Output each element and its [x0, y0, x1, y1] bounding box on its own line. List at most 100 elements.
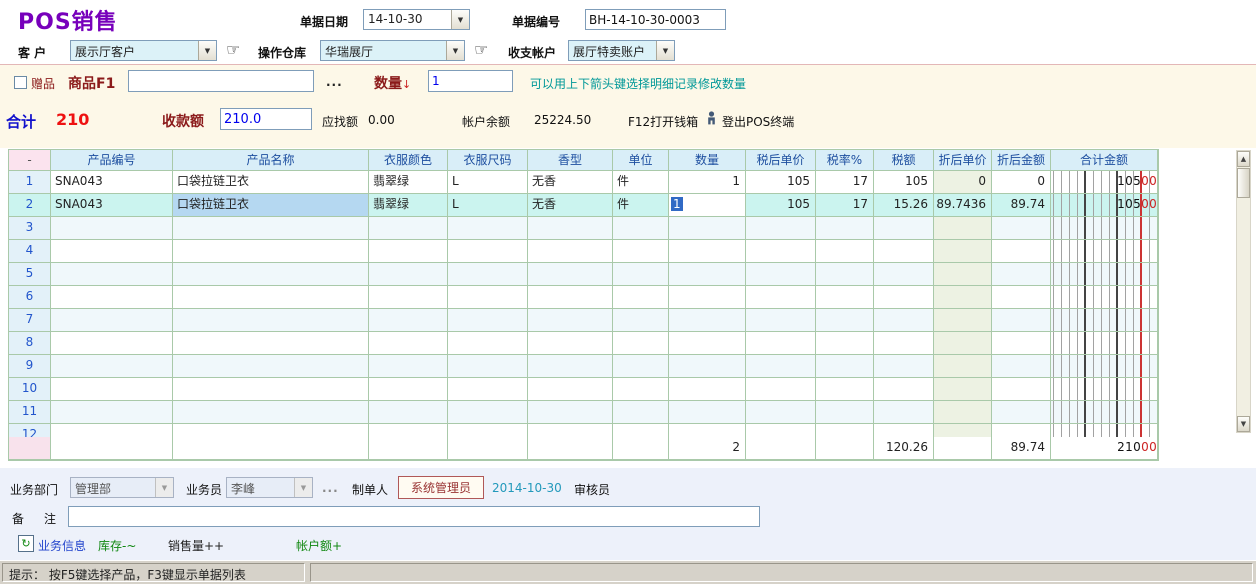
cell-disc_amount[interactable]	[992, 378, 1051, 401]
salesman-combobox[interactable]: 李峰 ▼	[226, 477, 313, 498]
cell-tax[interactable]: 15.26	[874, 194, 934, 217]
cell-scent[interactable]	[528, 309, 613, 332]
cell-name[interactable]	[173, 286, 369, 309]
cell-disc_price[interactable]	[934, 378, 992, 401]
cell-price[interactable]	[746, 424, 816, 437]
cell-code[interactable]	[51, 217, 173, 240]
cell-no[interactable]: 3	[9, 217, 51, 240]
cell-no[interactable]: 11	[9, 401, 51, 424]
cell-price[interactable]	[746, 286, 816, 309]
cell-color[interactable]	[369, 263, 448, 286]
cell-color[interactable]	[369, 286, 448, 309]
qty-cell-editor[interactable]: 1	[671, 197, 683, 211]
cell-disc_amount[interactable]	[992, 263, 1051, 286]
cell-size[interactable]	[448, 240, 528, 263]
cell-name[interactable]	[173, 240, 369, 263]
cell-scent[interactable]	[528, 332, 613, 355]
cell-unit[interactable]	[613, 401, 669, 424]
cell-code[interactable]	[51, 332, 173, 355]
chevron-down-icon[interactable]: ▼	[656, 41, 674, 60]
cell-tax[interactable]	[874, 240, 934, 263]
cell-disc_amount[interactable]	[992, 217, 1051, 240]
cell-code[interactable]	[51, 309, 173, 332]
chevron-down-icon[interactable]: ▼	[451, 10, 469, 29]
warehouse-combobox[interactable]: 华瑞展厅 ▼	[320, 40, 465, 61]
cell-code[interactable]	[51, 263, 173, 286]
cell-disc_price[interactable]	[934, 355, 992, 378]
cell-name[interactable]	[173, 355, 369, 378]
cell-name[interactable]	[173, 424, 369, 437]
cell-price[interactable]	[746, 309, 816, 332]
cell-price[interactable]: 105	[746, 171, 816, 194]
cell-amount[interactable]	[1051, 263, 1158, 286]
cell-amount[interactable]	[1051, 240, 1158, 263]
cell-disc_price[interactable]: 0	[934, 171, 992, 194]
cell-size[interactable]	[448, 424, 528, 437]
cell-disc_amount[interactable]	[992, 401, 1051, 424]
cell-amount[interactable]	[1051, 424, 1158, 437]
cell-no[interactable]: 9	[9, 355, 51, 378]
cell-size[interactable]	[448, 378, 528, 401]
cell-size[interactable]: L	[448, 194, 528, 217]
cell-size[interactable]	[448, 217, 528, 240]
cell-disc_amount[interactable]	[992, 355, 1051, 378]
dept-combobox[interactable]: 管理部 ▼	[70, 477, 174, 498]
scroll-down-icon[interactable]: ▼	[1237, 416, 1250, 432]
cell-price[interactable]	[746, 378, 816, 401]
cell-tax[interactable]	[874, 401, 934, 424]
cell-disc_amount[interactable]	[992, 286, 1051, 309]
cell-scent[interactable]: 无香	[528, 194, 613, 217]
cell-taxrate[interactable]	[816, 355, 874, 378]
cell-name[interactable]: 口袋拉链卫衣	[173, 171, 369, 194]
cell-scent[interactable]	[528, 286, 613, 309]
cell-disc_amount[interactable]: 0	[992, 171, 1051, 194]
cell-disc_price[interactable]	[934, 263, 992, 286]
cell-disc_price[interactable]	[934, 424, 992, 437]
cell-scent[interactable]	[528, 217, 613, 240]
cell-no[interactable]: 10	[9, 378, 51, 401]
cell-amount[interactable]	[1051, 401, 1158, 424]
cell-color[interactable]	[369, 217, 448, 240]
cell-qty[interactable]	[669, 332, 746, 355]
cell-disc_price[interactable]	[934, 286, 992, 309]
cell-unit[interactable]	[613, 332, 669, 355]
cell-code[interactable]: SNA043	[51, 194, 173, 217]
cell-taxrate[interactable]	[816, 286, 874, 309]
cell-taxrate[interactable]	[816, 378, 874, 401]
cell-amount[interactable]	[1051, 378, 1158, 401]
cell-disc_price[interactable]	[934, 217, 992, 240]
cell-size[interactable]: L	[448, 171, 528, 194]
cell-price[interactable]	[746, 263, 816, 286]
cell-no[interactable]: 1	[9, 171, 51, 194]
cell-taxrate[interactable]: 17	[816, 194, 874, 217]
cell-color[interactable]	[369, 355, 448, 378]
customer-lookup-hand-icon[interactable]: ☞	[226, 42, 240, 58]
cell-name[interactable]	[173, 217, 369, 240]
cell-amount[interactable]	[1051, 309, 1158, 332]
refresh-bizinfo-icon[interactable]: ↻	[18, 535, 34, 552]
cell-color[interactable]: 翡翠绿	[369, 194, 448, 217]
cell-price[interactable]	[746, 240, 816, 263]
product-more-button[interactable]: ...	[326, 75, 343, 89]
cell-disc_price[interactable]	[934, 309, 992, 332]
qty-input[interactable]	[428, 70, 513, 92]
cell-tax[interactable]: 105	[874, 171, 934, 194]
cell-qty[interactable]	[669, 401, 746, 424]
cell-qty[interactable]: 1	[669, 194, 746, 217]
cell-code[interactable]	[51, 401, 173, 424]
open-drawer-button[interactable]: F12打开钱箱	[628, 113, 698, 130]
cell-tax[interactable]	[874, 332, 934, 355]
cell-qty[interactable]	[669, 309, 746, 332]
customer-combobox[interactable]: 展示厅客户 ▼	[70, 40, 217, 61]
cell-unit[interactable]	[613, 286, 669, 309]
cell-name[interactable]	[173, 309, 369, 332]
product-input[interactable]	[128, 70, 314, 92]
cell-unit[interactable]	[613, 309, 669, 332]
cell-size[interactable]	[448, 263, 528, 286]
cell-price[interactable]: 105	[746, 194, 816, 217]
cell-no[interactable]: 2	[9, 194, 51, 217]
cell-scent[interactable]	[528, 378, 613, 401]
cell-amount[interactable]: 10500	[1051, 171, 1158, 194]
cell-taxrate[interactable]	[816, 401, 874, 424]
cell-size[interactable]	[448, 286, 528, 309]
